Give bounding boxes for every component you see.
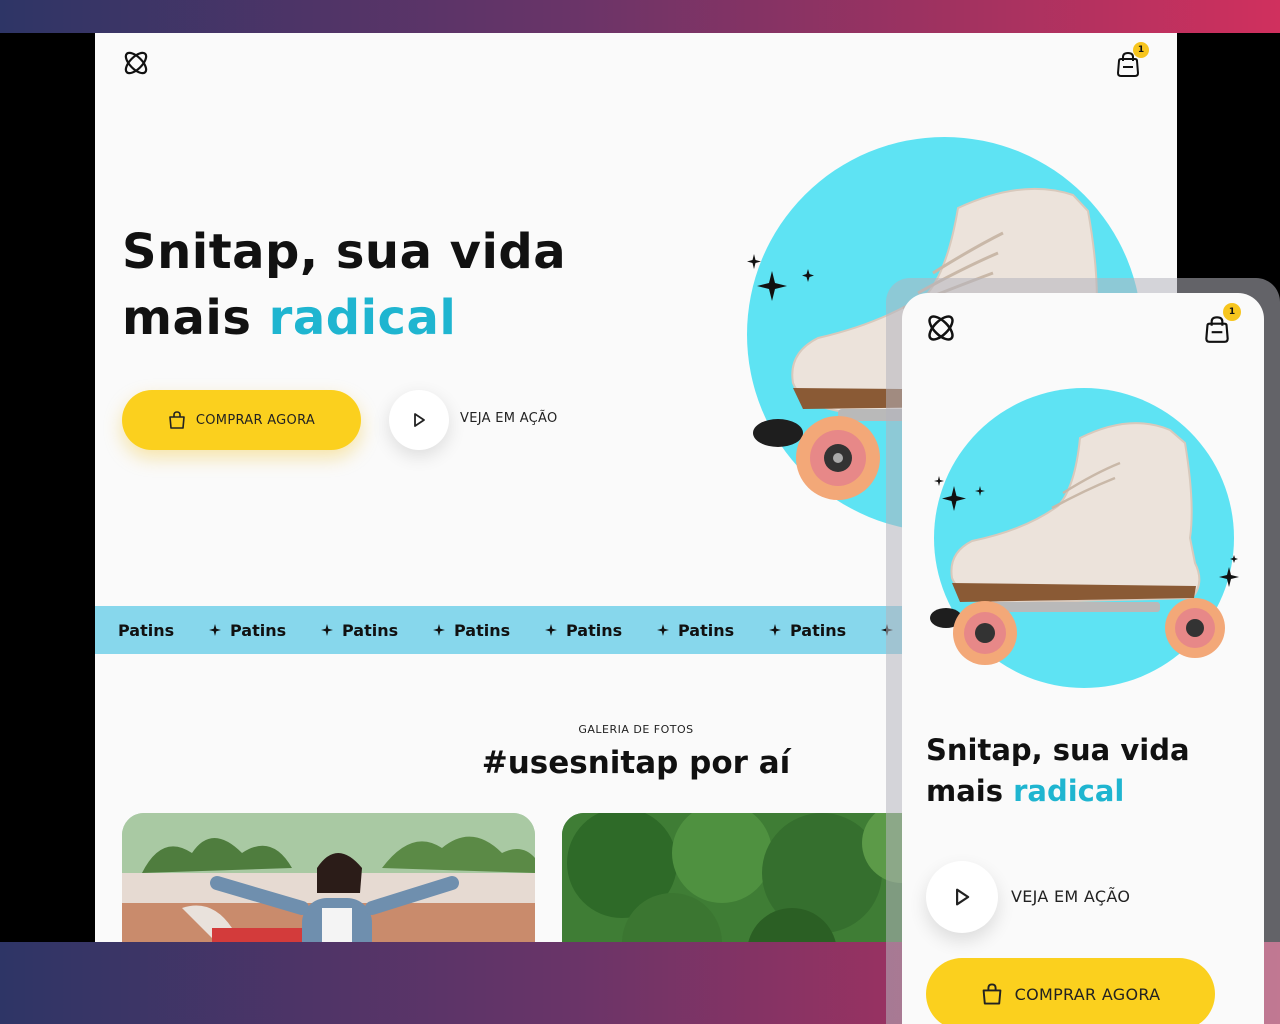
marquee-item: Patins — [118, 620, 175, 640]
hero-title-line1: Snitap, sua vida — [926, 733, 1190, 767]
star-icon — [200, 624, 230, 636]
photo-scene — [562, 813, 922, 942]
hero-title-accent: radical — [268, 290, 457, 346]
star-icon — [424, 624, 454, 636]
gallery-photo-trees[interactable] — [562, 813, 922, 942]
left-backdrop — [0, 33, 95, 942]
marquee-item: Patins — [342, 620, 399, 640]
roller-skate-image — [930, 422, 1225, 665]
hero-title: Snitap, sua vida mais radical — [926, 730, 1256, 812]
star-icon — [648, 624, 678, 636]
play-icon — [956, 888, 970, 906]
star-icon — [312, 624, 342, 636]
buy-now-label: COMPRAR AGORA — [195, 412, 316, 428]
snitap-logo-icon[interactable] — [121, 48, 151, 78]
mobile-page: 1 Snitap, sua vida mais radical VEJA EM … — [902, 293, 1264, 1024]
buy-now-button[interactable]: COMPRAR AGORA — [926, 958, 1215, 1024]
buy-now-button[interactable]: COMPRAR AGORA — [122, 390, 361, 450]
hero-title-line2: mais — [122, 290, 269, 346]
marquee-item: Patins — [230, 620, 287, 640]
star-icon — [760, 624, 790, 636]
star-icon — [536, 624, 566, 636]
marquee-item: Patins — [566, 620, 623, 640]
snitap-logo-icon[interactable] — [924, 311, 958, 345]
hero-title: Snitap, sua vida mais radical — [122, 219, 642, 351]
marquee-item: Patins — [678, 620, 735, 640]
gallery-photo-skater[interactable] — [122, 813, 535, 942]
shopping-bag-icon — [982, 983, 1001, 1005]
hero-title-line2: mais — [926, 774, 1014, 808]
play-icon — [414, 413, 425, 427]
shopping-bag-icon — [169, 411, 185, 429]
watch-video-label[interactable]: VEJA EM AÇÃO — [460, 411, 558, 426]
hero-title-accent: radical — [1013, 774, 1125, 808]
buy-now-label: COMPRAR AGORA — [1014, 984, 1161, 1004]
top-gradient-band — [0, 0, 1280, 33]
cart-count-badge: 1 — [1223, 303, 1241, 321]
cart-count-badge: 1 — [1133, 42, 1149, 58]
marquee-item: Patins — [790, 620, 847, 640]
watch-video-button[interactable] — [926, 861, 998, 933]
marquee-item: Patins — [454, 620, 511, 640]
cart-button[interactable]: 1 — [1202, 303, 1241, 345]
watch-video-button[interactable] — [389, 390, 449, 450]
photo-scene — [122, 813, 535, 942]
hero-title-line1: Snitap, sua vida — [122, 224, 567, 280]
cart-button[interactable]: 1 — [1115, 42, 1149, 79]
watch-video-label[interactable]: VEJA EM AÇÃO — [1011, 887, 1130, 906]
